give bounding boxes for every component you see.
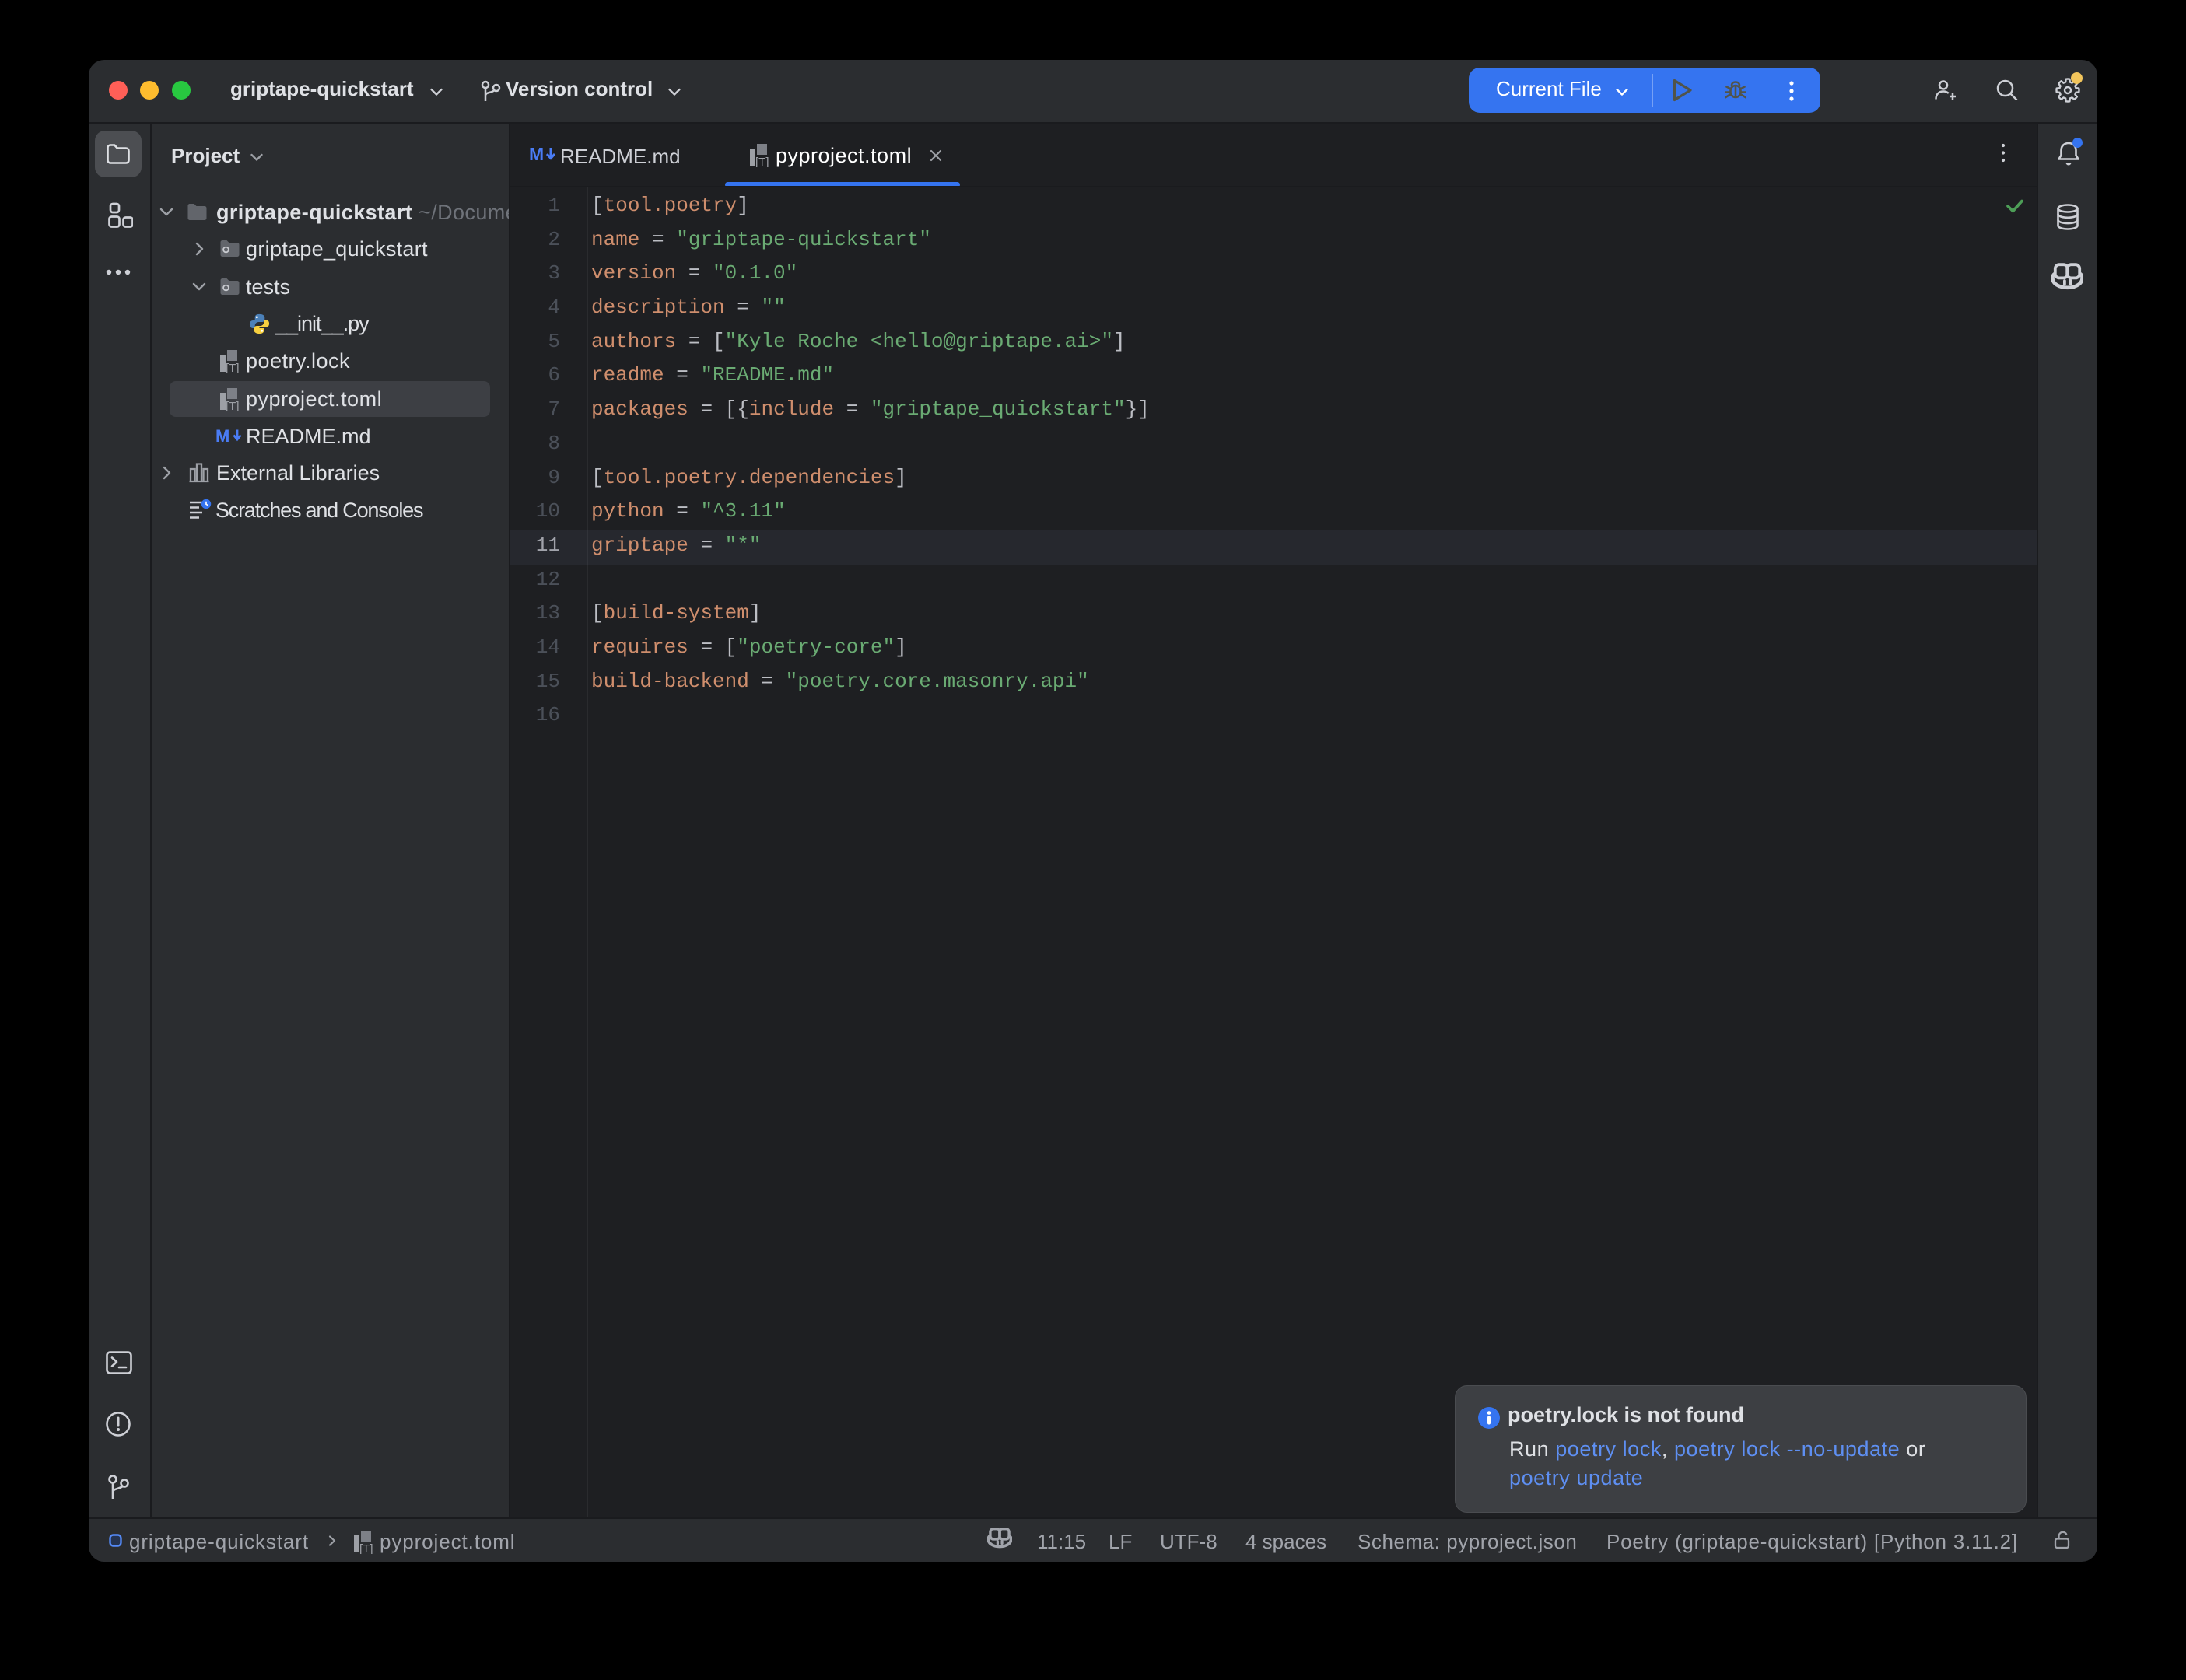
- svg-text:[T]: [T]: [226, 362, 240, 373]
- svg-text:M: M: [215, 428, 229, 446]
- svg-text:[T]: [T]: [755, 156, 769, 167]
- svg-text:[T]: [T]: [359, 1542, 373, 1554]
- svg-text:M: M: [529, 145, 544, 164]
- svg-text:[T]: [T]: [226, 400, 240, 411]
